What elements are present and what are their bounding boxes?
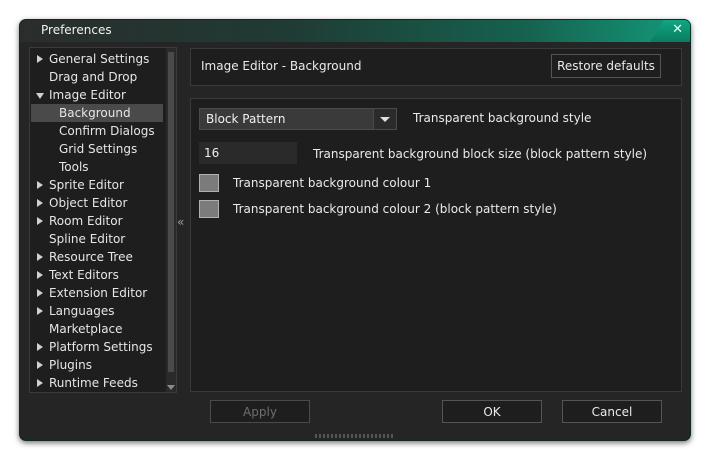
- tree-item-label: Extension Editor: [49, 286, 148, 300]
- tree-scroll-thumb[interactable]: [168, 52, 174, 372]
- expand-arrow-right-icon[interactable]: [37, 55, 43, 63]
- tree-item-label: Object Editor: [49, 196, 128, 210]
- settings-panel: Block Pattern Transparent background sty…: [190, 98, 682, 392]
- expand-arrow-right-icon[interactable]: [37, 217, 43, 225]
- tree-item-label: Text Editors: [49, 268, 119, 282]
- tree-item[interactable]: Image Editor: [31, 86, 163, 104]
- tree-item-label: Runtime Feeds: [49, 376, 138, 390]
- tree-item-label: Marketplace: [49, 322, 123, 336]
- preferences-tree: General Settings Drag and Drop Image Edito…: [29, 47, 177, 393]
- tree-item[interactable]: Room Editor: [31, 212, 163, 230]
- tree-item[interactable]: Confirm Dialogs: [31, 122, 163, 140]
- close-icon[interactable]: ✕: [672, 22, 683, 37]
- preferences-window: Preferences ✕ General Settings Drag and D…: [19, 19, 691, 441]
- colour-2-swatch[interactable]: [199, 200, 219, 218]
- close-button[interactable]: [650, 20, 690, 42]
- expand-arrow-right-icon[interactable]: [37, 181, 43, 189]
- tree-item-label: Resource Tree: [49, 250, 133, 264]
- tree-item-label: Background: [59, 106, 131, 120]
- block-size-input[interactable]: [199, 142, 297, 164]
- expand-arrow-right-icon[interactable]: [37, 361, 43, 369]
- block-size-label: Transparent background block size (block…: [313, 147, 648, 161]
- tree-item-label: Tools: [59, 160, 89, 174]
- tree-item-label: Confirm Dialogs: [59, 124, 155, 138]
- title-bar[interactable]: Preferences ✕: [20, 20, 690, 42]
- section-header: Image Editor - Background Restore defaul…: [190, 48, 682, 86]
- tree-item[interactable]: Platform Settings: [31, 338, 163, 356]
- colour-1-swatch[interactable]: [199, 174, 219, 192]
- resize-grip[interactable]: [315, 434, 395, 438]
- tree-item[interactable]: Extension Editor: [31, 284, 163, 302]
- background-style-value: Block Pattern: [206, 112, 286, 126]
- restore-defaults-button[interactable]: Restore defaults: [551, 54, 661, 78]
- colour-1-label: Transparent background colour 1: [233, 176, 432, 190]
- collapse-panel-icon[interactable]: «: [177, 215, 184, 229]
- tree-item[interactable]: Tools: [31, 158, 163, 176]
- expand-arrow-right-icon[interactable]: [37, 379, 43, 387]
- tree-item-label: Platform Settings: [49, 340, 153, 354]
- dropdown-toggle[interactable]: [373, 109, 396, 129]
- section-title: Image Editor - Background: [201, 59, 362, 73]
- tree-item-label: Languages: [49, 304, 115, 318]
- tree-item[interactable]: Text Editors: [31, 266, 163, 284]
- expand-arrow-right-icon[interactable]: [37, 343, 43, 351]
- tree-item-label: Spline Editor: [49, 232, 126, 246]
- tree-item[interactable]: Spline Editor: [31, 230, 163, 248]
- tree-item[interactable]: Runtime Feeds: [31, 374, 163, 392]
- colour-2-label: Transparent background colour 2 (block p…: [233, 202, 557, 216]
- tree-item-label: Plugins: [49, 358, 92, 372]
- tree-item[interactable]: General Settings: [31, 50, 163, 68]
- expand-arrow-right-icon[interactable]: [37, 271, 43, 279]
- tree-item-label: Room Editor: [49, 214, 123, 228]
- tree-item-label: General Settings: [49, 52, 150, 66]
- tree-scrollbar[interactable]: [166, 48, 176, 392]
- tree-item-label: Sprite Editor: [49, 178, 124, 192]
- tree-item-label: Drag and Drop: [49, 70, 138, 84]
- tree-item[interactable]: Sprite Editor: [31, 176, 163, 194]
- tree-item[interactable]: Languages: [31, 302, 163, 320]
- window-title: Preferences: [41, 23, 112, 37]
- tree-item[interactable]: Grid Settings: [31, 140, 163, 158]
- background-style-label: Transparent background style: [413, 111, 592, 125]
- tree-item-label: Image Editor: [49, 88, 126, 102]
- tree-item[interactable]: Marketplace: [31, 320, 163, 338]
- expand-arrow-right-icon[interactable]: [37, 307, 43, 315]
- expand-arrow-right-icon[interactable]: [37, 199, 43, 207]
- tree-item-label: Grid Settings: [59, 142, 138, 156]
- background-style-dropdown[interactable]: Block Pattern: [199, 108, 397, 130]
- tree-item[interactable]: Drag and Drop: [31, 68, 163, 86]
- scroll-down-arrow-icon[interactable]: [167, 385, 175, 390]
- cancel-button[interactable]: Cancel: [562, 400, 662, 423]
- tree-item[interactable]: Plugins: [31, 356, 163, 374]
- tree-item[interactable]: Background: [31, 104, 163, 122]
- tree-item[interactable]: Object Editor: [31, 194, 163, 212]
- tree-item[interactable]: Resource Tree: [31, 248, 163, 266]
- expand-arrow-down-icon[interactable]: [36, 93, 44, 99]
- expand-arrow-right-icon[interactable]: [37, 253, 43, 261]
- apply-button[interactable]: Apply: [210, 400, 310, 423]
- expand-arrow-right-icon[interactable]: [37, 289, 43, 297]
- ok-button[interactable]: OK: [442, 400, 542, 423]
- chevron-down-icon: [380, 117, 390, 122]
